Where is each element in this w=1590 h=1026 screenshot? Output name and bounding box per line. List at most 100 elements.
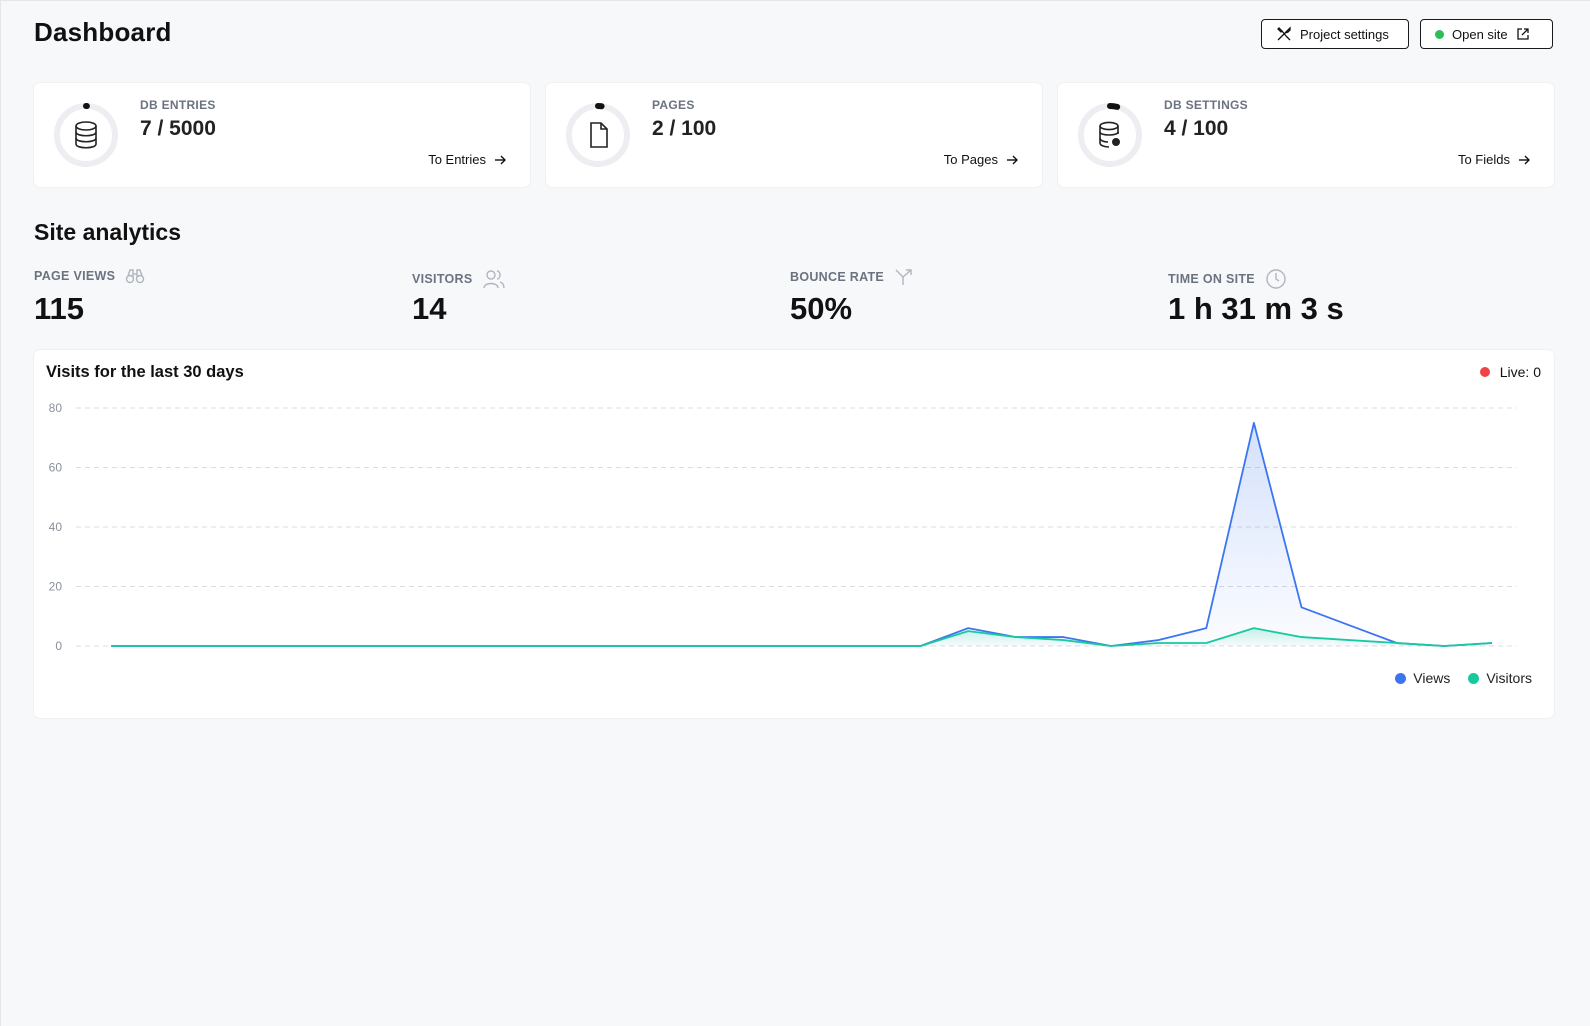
data-point-visitors[interactable]: [487, 641, 497, 651]
analytics-stats: PAGE VIEWS 115 VISITORS 14 BOUNCE RATE 5…: [34, 263, 1554, 333]
legend-label-views: Views: [1413, 670, 1451, 686]
data-point-views[interactable]: [1344, 620, 1354, 630]
live-label: Live: 0: [1499, 364, 1541, 380]
open-site-label: Open site: [1452, 26, 1508, 42]
pages-label: PAGES: [652, 98, 695, 112]
file-icon: [590, 122, 608, 148]
data-point-visitors[interactable]: [725, 641, 735, 651]
db-settings-value: 4 / 100: [1164, 117, 1229, 140]
db-entries-card: DB ENTRIES 7 / 5000 To Entries: [34, 83, 530, 187]
data-point-visitors[interactable]: [1058, 635, 1068, 645]
to-pages-link[interactable]: To Pages: [944, 152, 1018, 167]
data-point-visitors[interactable]: [1154, 638, 1164, 648]
users-icon: [482, 270, 505, 289]
page-header: Dashboard Project settings Open site: [34, 15, 1554, 55]
stat-visitors-value: 14: [412, 291, 447, 326]
stat-bounce-rate-label: BOUNCE RATE: [790, 268, 914, 286]
data-point-views[interactable]: [1297, 602, 1307, 612]
legend-item-views[interactable]: Views: [1395, 670, 1450, 686]
data-point-visitors[interactable]: [1392, 638, 1402, 648]
data-point-visitors[interactable]: [1297, 632, 1307, 642]
legend-label-visitors: Visitors: [1486, 670, 1532, 686]
page-title: Dashboard: [34, 17, 172, 47]
data-point-visitors[interactable]: [249, 641, 259, 651]
data-point-visitors[interactable]: [535, 641, 545, 651]
stat-time-on-site-label: TIME ON SITE: [1168, 268, 1287, 290]
tools-icon: [1277, 26, 1291, 41]
db-settings-card: DB SETTINGS 4 / 100 To Fields: [1058, 83, 1554, 187]
to-entries-link[interactable]: To Entries: [428, 152, 506, 167]
data-point-visitors[interactable]: [677, 641, 687, 651]
y-tick-label: 60: [49, 461, 63, 475]
data-point-visitors[interactable]: [439, 641, 449, 651]
data-point-visitors[interactable]: [630, 641, 640, 651]
arrow-right-icon: [495, 155, 506, 164]
pages-usage-ring: [566, 103, 630, 167]
stat-bounce-rate-value: 50%: [790, 291, 853, 326]
db-entries-value: 7 / 5000: [140, 117, 216, 140]
db-entries-usage-ring: [54, 103, 118, 167]
data-point-visitors[interactable]: [582, 641, 592, 651]
stat-page-views: PAGE VIEWS 115: [34, 263, 404, 333]
to-fields-label: To Fields: [1457, 152, 1510, 167]
series-area-views: [111, 422, 1492, 646]
data-point-visitors[interactable]: [392, 641, 402, 651]
stat-label-text: VISITORS: [412, 272, 473, 286]
to-fields-link[interactable]: To Fields: [1458, 152, 1530, 167]
usage-cards: DB ENTRIES 7 / 5000 To Entries PAGES 2 /…: [34, 83, 1554, 187]
site-analytics-title: Site analytics: [34, 219, 182, 245]
db-settings-label: DB SETTINGS: [1164, 98, 1248, 112]
data-point-visitors[interactable]: [154, 641, 164, 651]
data-point-visitors[interactable]: [916, 641, 926, 651]
legend-item-visitors[interactable]: Visitors: [1468, 670, 1532, 686]
db-entries-label: DB ENTRIES: [140, 98, 216, 112]
data-point-visitors[interactable]: [820, 641, 830, 651]
to-pages-label: To Pages: [943, 152, 998, 167]
data-point-visitors[interactable]: [1487, 638, 1497, 648]
stat-bounce-rate: BOUNCE RATE 50%: [790, 263, 1160, 333]
data-point-visitors[interactable]: [1344, 635, 1354, 645]
arrow-right-icon: [1519, 155, 1530, 164]
data-point-visitors[interactable]: [1201, 638, 1211, 648]
data-point-visitors[interactable]: [773, 641, 783, 651]
legend-swatch-views: [1395, 672, 1407, 684]
data-point-visitors[interactable]: [201, 641, 211, 651]
y-tick-label: 80: [49, 401, 63, 415]
visits-chart: 0 20 40 60 80: [49, 401, 1517, 653]
data-point-visitors[interactable]: [344, 641, 354, 651]
y-tick-label: 20: [49, 580, 63, 594]
y-tick-label: 0: [55, 639, 62, 653]
data-point-views[interactable]: [1249, 418, 1259, 428]
online-status-dot: [1435, 29, 1444, 39]
clock-icon: [1266, 269, 1286, 289]
project-settings-label: Project settings: [1300, 26, 1389, 42]
stat-label-text: TIME ON SITE: [1168, 272, 1255, 286]
live-indicator: Live: 0: [1479, 364, 1541, 380]
legend-swatch-visitors: [1468, 672, 1480, 684]
data-point-visitors[interactable]: [1249, 623, 1259, 633]
data-point-visitors[interactable]: [1011, 632, 1021, 642]
data-point-visitors[interactable]: [106, 641, 116, 651]
pages-value: 2 / 100: [652, 117, 717, 140]
stat-page-views-label: PAGE VIEWS: [34, 268, 145, 284]
data-point-visitors[interactable]: [963, 626, 973, 636]
binoculars-icon: [126, 269, 145, 284]
database-icon: [75, 121, 97, 149]
stat-label-text: BOUNCE RATE: [790, 270, 885, 284]
data-point-views[interactable]: [1201, 623, 1211, 633]
stat-time-on-site-value: 1 h 31 m 3 s: [1168, 291, 1344, 326]
stat-time-on-site: TIME ON SITE 1 h 31 m 3 s: [1168, 263, 1538, 333]
chart-legend: Views Visitors: [1395, 670, 1532, 686]
data-point-visitors[interactable]: [868, 641, 878, 651]
visits-chart-card: Visits for the last 30 days Live: 0 0 20 4…: [34, 350, 1554, 718]
data-point-visitors[interactable]: [1439, 641, 1449, 651]
project-settings-button[interactable]: Project settings: [1261, 19, 1409, 49]
stat-page-views-value: 115: [34, 291, 85, 326]
db-settings-usage-ring: [1078, 103, 1142, 167]
stat-visitors-label: VISITORS: [412, 268, 505, 290]
pages-card: PAGES 2 / 100 To Pages: [546, 83, 1042, 187]
open-site-button[interactable]: Open site: [1420, 19, 1553, 49]
live-dot: [1479, 367, 1490, 377]
data-point-visitors[interactable]: [1106, 641, 1116, 651]
data-point-visitors[interactable]: [296, 641, 306, 651]
